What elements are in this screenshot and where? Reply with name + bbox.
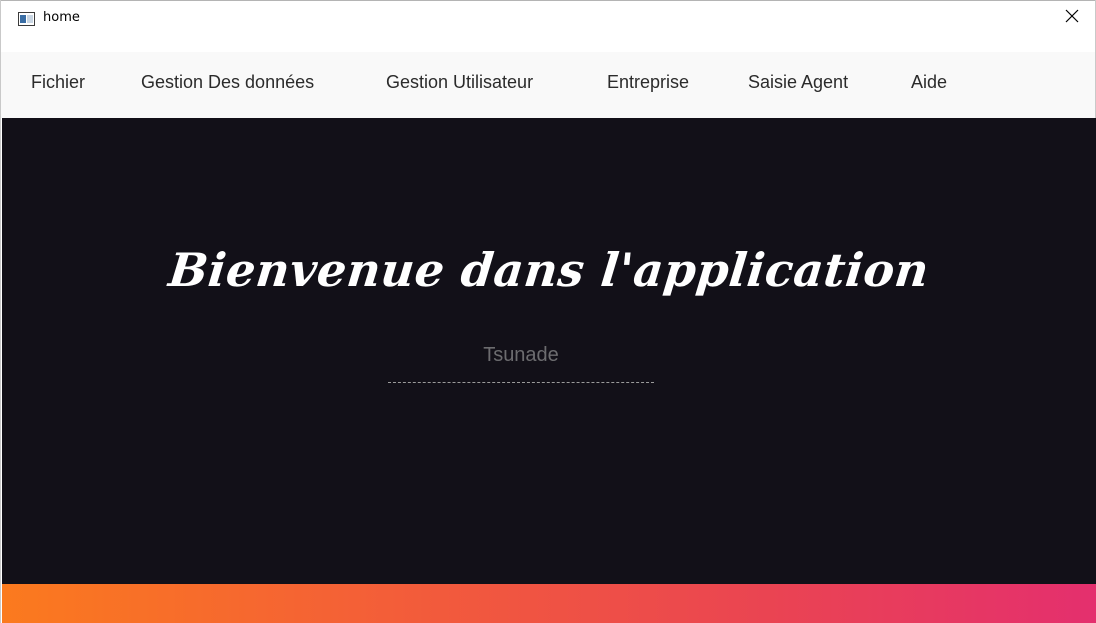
menu-saisie-agent[interactable]: Saisie Agent xyxy=(748,72,848,93)
welcome-heading: Bienvenue dans l'application xyxy=(166,243,932,297)
close-icon xyxy=(1064,8,1080,29)
menubar-spacer xyxy=(1,34,1095,52)
menu-gestion-des-donnees[interactable]: Gestion Des données xyxy=(141,72,314,93)
username-label: Tsunade xyxy=(483,344,559,366)
menu-fichier[interactable]: Fichier xyxy=(31,72,85,93)
close-button[interactable] xyxy=(1049,1,1095,35)
menu-gestion-utilisateur[interactable]: Gestion Utilisateur xyxy=(386,72,533,93)
window-title: home xyxy=(43,10,80,25)
title-bar[interactable]: home xyxy=(1,0,1095,34)
menu-bar: Fichier Gestion Des données Gestion Util… xyxy=(1,52,1095,118)
main-panel: Bienvenue dans l'application Tsunade xyxy=(2,118,1096,584)
bottom-gradient-bar xyxy=(2,584,1096,623)
menu-entreprise[interactable]: Entreprise xyxy=(607,72,689,93)
menu-aide[interactable]: Aide xyxy=(911,72,947,93)
username-underline xyxy=(388,382,654,383)
app-window: home Fichier Gestion Des données Gestion… xyxy=(0,0,1096,623)
window-app-icon xyxy=(18,12,35,26)
